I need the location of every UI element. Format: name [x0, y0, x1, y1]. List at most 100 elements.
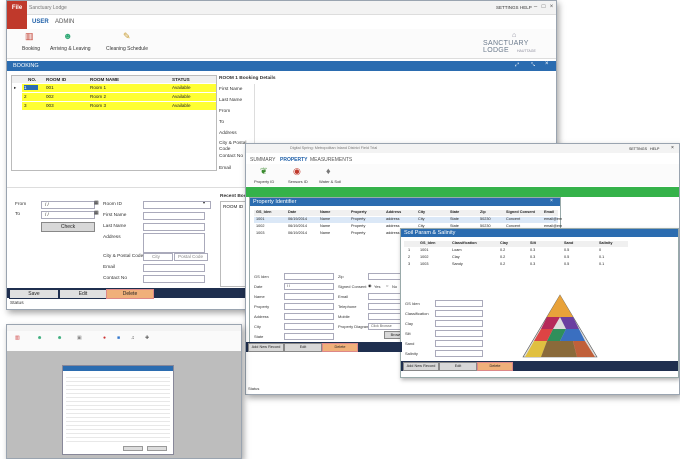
- to-date-input[interactable]: / /: [41, 211, 95, 219]
- ribbon-cleaning-button[interactable]: ✎ Cleaning Schedule: [103, 31, 158, 55]
- sand-field[interactable]: [435, 340, 483, 347]
- table-cell: Name: [320, 224, 331, 228]
- thumb-icon[interactable]: ▣: [77, 335, 82, 341]
- thumb-icon[interactable]: ▥: [15, 335, 20, 341]
- property-select[interactable]: [284, 303, 334, 310]
- thumb-ribbon: ▥ ☻ ☻ ▣ ● ■ ♫ ✚: [7, 331, 241, 351]
- tab-summary[interactable]: SUMMARY: [250, 157, 275, 163]
- maximize-icon[interactable]: □: [540, 4, 547, 10]
- calendar-icon[interactable]: ▦: [94, 200, 99, 206]
- room-id-label: Room ID: [103, 202, 122, 207]
- postal-code-field[interactable]: Postal Code: [174, 253, 208, 261]
- city-field[interactable]: [284, 323, 334, 330]
- table-row[interactable]: ▸ 1 001 Room 1 Available: [14, 84, 216, 92]
- save-button[interactable]: Save: [9, 289, 59, 299]
- water-drop-icon[interactable]: ♦: [326, 166, 331, 176]
- ribbon-arriving-label: Arriving & Leaving: [50, 46, 91, 52]
- thumb-dialog-rows: [66, 374, 170, 442]
- edit-button[interactable]: Edit: [284, 343, 322, 352]
- tab-property[interactable]: PROPERTY: [280, 157, 308, 163]
- state-field[interactable]: [284, 333, 334, 340]
- ribbon-arriving-button[interactable]: ☻ Arriving & Leaving: [47, 31, 97, 55]
- silt-field[interactable]: [435, 330, 483, 337]
- from-label: From: [15, 202, 27, 207]
- booking-titlebar: Sanctuary Lodge SETTINGS HELP – □ ×: [7, 1, 556, 15]
- thumb-icon[interactable]: ✚: [145, 335, 149, 341]
- name-field[interactable]: [284, 293, 334, 300]
- gs-iden-field[interactable]: [284, 273, 334, 280]
- table-cell: 1002: [256, 224, 265, 228]
- thumb-icon[interactable]: ●: [103, 335, 106, 341]
- close-icon[interactable]: ×: [548, 4, 555, 10]
- address-field[interactable]: [143, 233, 205, 253]
- add-new-record-button[interactable]: Add New Record: [403, 362, 439, 371]
- settings-link[interactable]: SETTINGS: [496, 5, 519, 10]
- form-label: State: [254, 334, 264, 339]
- help-link[interactable]: HELP: [650, 147, 659, 151]
- thumb-dialog-button[interactable]: [123, 446, 143, 451]
- chevron-down-icon[interactable]: ▾: [203, 200, 205, 205]
- date-field[interactable]: / /: [284, 283, 334, 290]
- soil-param-title: Soil Param & Salinity: [404, 230, 456, 236]
- minimize-icon[interactable]: –: [532, 4, 539, 10]
- help-link[interactable]: HELP: [520, 5, 532, 10]
- delete-button[interactable]: Delete: [322, 343, 358, 352]
- table-row[interactable]: 1001 06/19/2014 Name Property address City Sta…: [254, 217, 562, 223]
- classification-select[interactable]: [435, 310, 483, 317]
- table-row[interactable]: 2 1002 Clay 0.2 0.3 0.5 0.1: [404, 255, 628, 261]
- delete-button[interactable]: Delete: [477, 362, 513, 371]
- expand-icon[interactable]: ⤡: [531, 62, 535, 68]
- add-new-record-button[interactable]: Add New Record: [248, 343, 284, 352]
- from-date-input[interactable]: / /: [41, 201, 95, 209]
- form-label: Salinity: [405, 351, 418, 356]
- pin-icon[interactable]: ⤢: [515, 62, 519, 68]
- form-label: Mobile: [338, 314, 350, 319]
- table-cell: 2: [408, 255, 411, 259]
- edit-button[interactable]: Edit: [59, 289, 107, 299]
- tab-measurements[interactable]: MEASUREMENTS: [310, 157, 352, 163]
- table-row[interactable]: 3 003 Room 3 Available: [22, 102, 216, 110]
- click-browse-text: Click Browse: [371, 324, 392, 328]
- table-cell: State: [450, 217, 459, 221]
- address-field[interactable]: [284, 313, 334, 320]
- cell-status: Available: [172, 94, 191, 99]
- contact-field[interactable]: [143, 275, 205, 283]
- leaf-icon[interactable]: ❦: [260, 166, 268, 177]
- tab-user[interactable]: USER: [32, 19, 49, 25]
- sensor-icon[interactable]: ◉: [293, 166, 301, 177]
- check-button[interactable]: Check: [41, 222, 95, 232]
- soil-gs-iden-select[interactable]: [435, 300, 483, 307]
- edit-button[interactable]: Edit: [439, 362, 477, 371]
- table-row[interactable]: 1 1001 Loam 0.2 0.3 0.5 0: [404, 248, 628, 254]
- panel-close-icon[interactable]: ×: [550, 198, 553, 204]
- delete-button[interactable]: Delete: [106, 289, 154, 299]
- file-menu-button[interactable]: File: [7, 1, 27, 29]
- first-name-field[interactable]: [143, 212, 205, 220]
- tab-admin[interactable]: ADMIN: [55, 19, 74, 25]
- thumb-icon[interactable]: ♫: [131, 335, 135, 341]
- thumb-icon[interactable]: ☻: [37, 335, 42, 341]
- thumb-icon[interactable]: ☻: [57, 335, 62, 341]
- col-header: Salinity: [599, 241, 613, 245]
- last-name-field[interactable]: [143, 223, 205, 231]
- clay-field[interactable]: [435, 320, 483, 327]
- cell-no: 3: [24, 103, 27, 108]
- room-id-select[interactable]: [143, 201, 211, 209]
- yes-radio[interactable]: ◉: [368, 283, 372, 288]
- ribbon-booking-button[interactable]: ▥ Booking: [17, 31, 47, 55]
- table-row[interactable]: 3 1003 Sandy 0.2 0.3 0.5 0.1: [404, 262, 628, 268]
- close-icon[interactable]: ×: [671, 145, 674, 151]
- thumbnail-window: ▥ ☻ ☻ ▣ ● ■ ♫ ✚: [6, 324, 242, 459]
- no-radio[interactable]: ○: [386, 283, 388, 288]
- email-field[interactable]: [143, 264, 205, 272]
- panel-close-icon[interactable]: ×: [545, 61, 549, 67]
- table-cell: 06/19/2014: [288, 224, 308, 228]
- salinity-field[interactable]: [435, 350, 483, 357]
- settings-link[interactable]: SETTINGS: [629, 147, 647, 151]
- thumb-dialog-button[interactable]: [147, 446, 167, 451]
- thumb-icon[interactable]: ■: [117, 335, 120, 341]
- calendar-icon[interactable]: ▦: [94, 210, 99, 216]
- soil-param-header: Soil Param & Salinity: [401, 229, 678, 237]
- table-row[interactable]: 2 002 Room 2 Available: [22, 93, 216, 101]
- city-field[interactable]: City: [143, 253, 173, 261]
